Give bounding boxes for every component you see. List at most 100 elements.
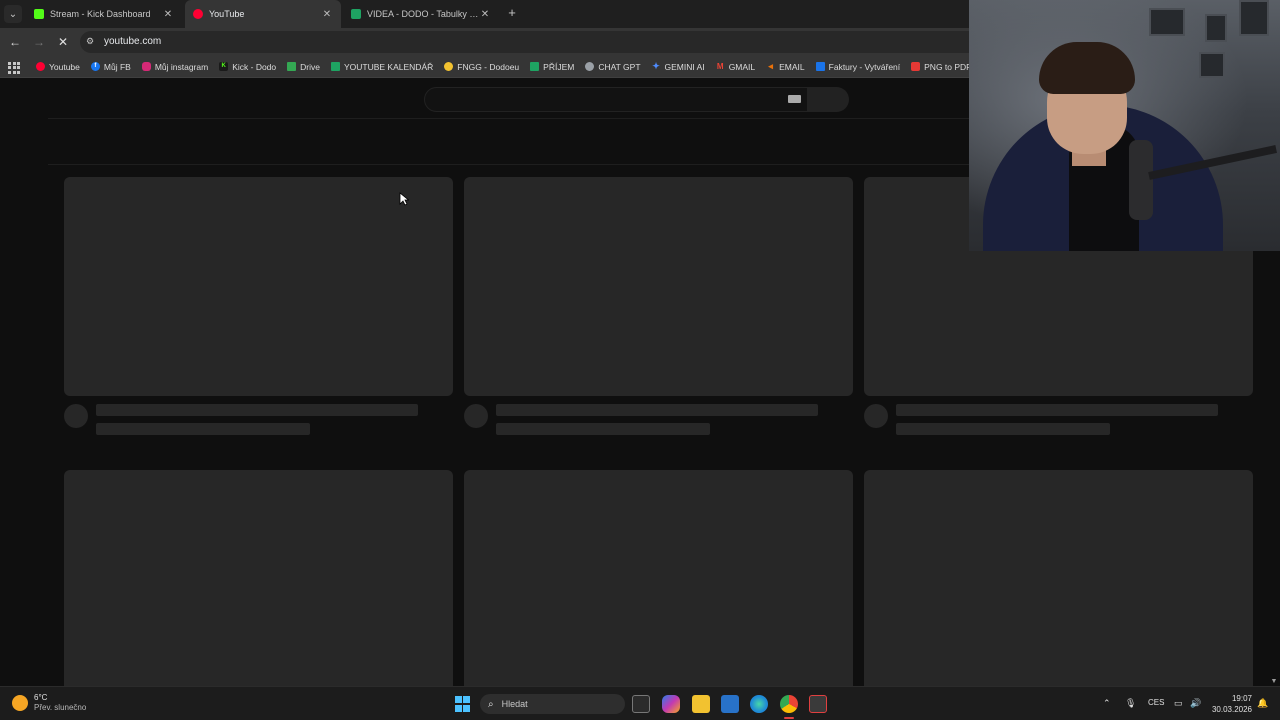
video-thumbnail-placeholder[interactable] [464,177,853,396]
copilot-icon[interactable] [662,695,680,713]
microphone-icon[interactable]: 🎙 [1125,698,1136,709]
stop-loading-icon[interactable]: ✕ [55,34,71,50]
language-indicator[interactable]: CES [1148,698,1164,707]
taskbar-search[interactable]: ⌕ Hledat [480,694,625,714]
bookmark-fngg[interactable]: FNGG - Dodoeu [444,62,519,72]
volume-icon[interactable]: 🔊 [1190,698,1201,709]
weather-text: 6°C Přev. slunečno [34,693,86,713]
instagram-icon [141,62,151,71]
clock[interactable]: 19:07 30.03.2026 [1208,693,1252,715]
windows-start-icon[interactable] [455,696,471,712]
tab-title: VIDEA - DODO - Tabulky Googl [367,9,479,19]
keyboard-icon[interactable] [788,95,801,103]
gemini-icon: ✦ [652,61,660,71]
sheets-icon [530,62,540,71]
bookmark-label: PŘÍJEM [543,61,575,72]
chrome-active-indicator [784,717,794,719]
sheets-icon [330,62,340,71]
forward-arrow-icon[interactable]: → [31,34,47,50]
bookmark-label: Youtube [49,61,80,72]
meta-placeholder [496,423,710,435]
terminal-app-icon[interactable] [809,695,827,713]
address-text[interactable]: youtube.com [104,36,161,47]
close-icon[interactable]: ✕ [162,9,174,20]
apps-grid-icon[interactable] [6,60,20,74]
bookmark-gemini[interactable]: ✦ GEMINI AI [652,61,704,72]
kick-icon [34,9,44,19]
bookmark-label: FNGG - Dodoeu [457,61,520,72]
scroll-down-arrow-icon[interactable]: ▼ [1270,678,1278,686]
wall-frame [1149,8,1185,36]
tab-title: YouTube [209,9,245,19]
network-icon[interactable]: ▭ [1174,698,1183,709]
meta-placeholder [96,423,310,435]
search-placeholder: Hledat [501,699,528,709]
streamer-hair [1039,42,1135,94]
kick-icon: K [219,62,229,71]
notification-bell-icon[interactable]: 🔔 [1257,698,1268,709]
edge-icon[interactable] [750,695,768,713]
bookmark-label: Faktury - Vytváření [828,61,901,72]
bookmark-email[interactable]: ◂ EMAIL [766,61,804,72]
bookmark-label: PNG to PDF [924,61,969,72]
title-placeholder [496,404,818,416]
bookmark-drive[interactable]: Drive [287,62,320,72]
facebook-icon: f [90,62,100,71]
chatgpt-icon [585,62,595,71]
close-icon[interactable]: ✕ [479,9,491,20]
outlook-icon[interactable] [721,695,739,713]
wall-frame [1199,52,1225,78]
video-thumbnail-placeholder[interactable] [64,177,453,396]
bookmarks-bar: Youtube f Můj FB Můj instagram K Kick - Do… [0,56,969,78]
address-bar[interactable]: ⚙ youtube.com [80,31,969,53]
bookmark-png-to-pdf[interactable]: PNG to PDF [911,62,969,72]
bookmark-kick[interactable]: K Kick - Dodo [219,62,276,72]
bookmark-facebook[interactable]: f Můj FB [90,61,131,72]
site-info-icon[interactable]: ⚙ [86,36,98,48]
bookmark-label: CHAT GPT [598,61,641,72]
email-icon: ◂ [768,61,773,71]
bookmark-faktury[interactable]: Faktury - Vytváření [815,61,901,72]
task-view-icon[interactable] [632,695,650,713]
weather-temp: 6°C [34,693,48,702]
new-tab-button[interactable]: + [505,6,519,20]
bookmark-prijem[interactable]: PŘÍJEM [530,62,574,72]
youtube-icon [36,62,45,71]
wall-frame [1205,14,1227,42]
bookmark-instagram[interactable]: Můj instagram [141,61,209,72]
close-icon[interactable]: ✕ [321,9,333,20]
bookmark-label: Můj FB [103,61,131,72]
title-placeholder [96,404,418,416]
tab-sheets-videa[interactable]: VIDEA - DODO - Tabulky Googl ✕ [343,0,499,28]
back-arrow-icon[interactable]: ← [7,34,23,50]
pdf-icon [911,62,921,71]
youtube-search-button[interactable] [807,87,849,112]
drive-icon [287,62,297,71]
sheets-icon [351,9,361,19]
bookmark-chatgpt[interactable]: CHAT GPT [585,61,641,72]
video-thumbnail-placeholder[interactable] [864,470,1253,686]
tray-overflow-chevron-icon[interactable]: ⌃ [1103,698,1111,709]
video-thumbnail-placeholder[interactable] [464,470,853,686]
tab-search-chevron-icon[interactable]: ⌄ [4,5,22,23]
invoice-icon [815,62,825,71]
bookmark-label: Můj instagram [154,61,209,72]
file-explorer-icon[interactable] [692,695,710,713]
bookmark-gmail[interactable]: M GMAIL [716,62,755,72]
chrome-icon[interactable] [780,695,798,713]
bookmark-youtube-kalendar[interactable]: YOUTUBE KALENDÁŘ [330,61,434,72]
wall-frame [1239,0,1269,36]
youtube-icon [193,9,203,19]
weather-desc: Přev. slunečno [34,703,87,712]
tab-kick-dashboard[interactable]: Stream - Kick Dashboard ✕ [26,0,182,28]
youtube-search-input[interactable] [424,87,808,112]
partly-sunny-icon [12,695,28,711]
weather-widget[interactable]: 6°C Přev. slunečno [12,693,86,713]
bookmark-label: GMAIL [728,61,756,72]
video-thumbnail-placeholder[interactable] [64,470,453,686]
channel-avatar-placeholder [64,404,88,428]
tab-youtube[interactable]: YouTube ✕ [185,0,341,28]
header-divider [48,118,969,119]
bookmark-label: YOUTUBE KALENDÁŘ [343,61,434,72]
bookmark-youtube[interactable]: Youtube [36,62,80,72]
